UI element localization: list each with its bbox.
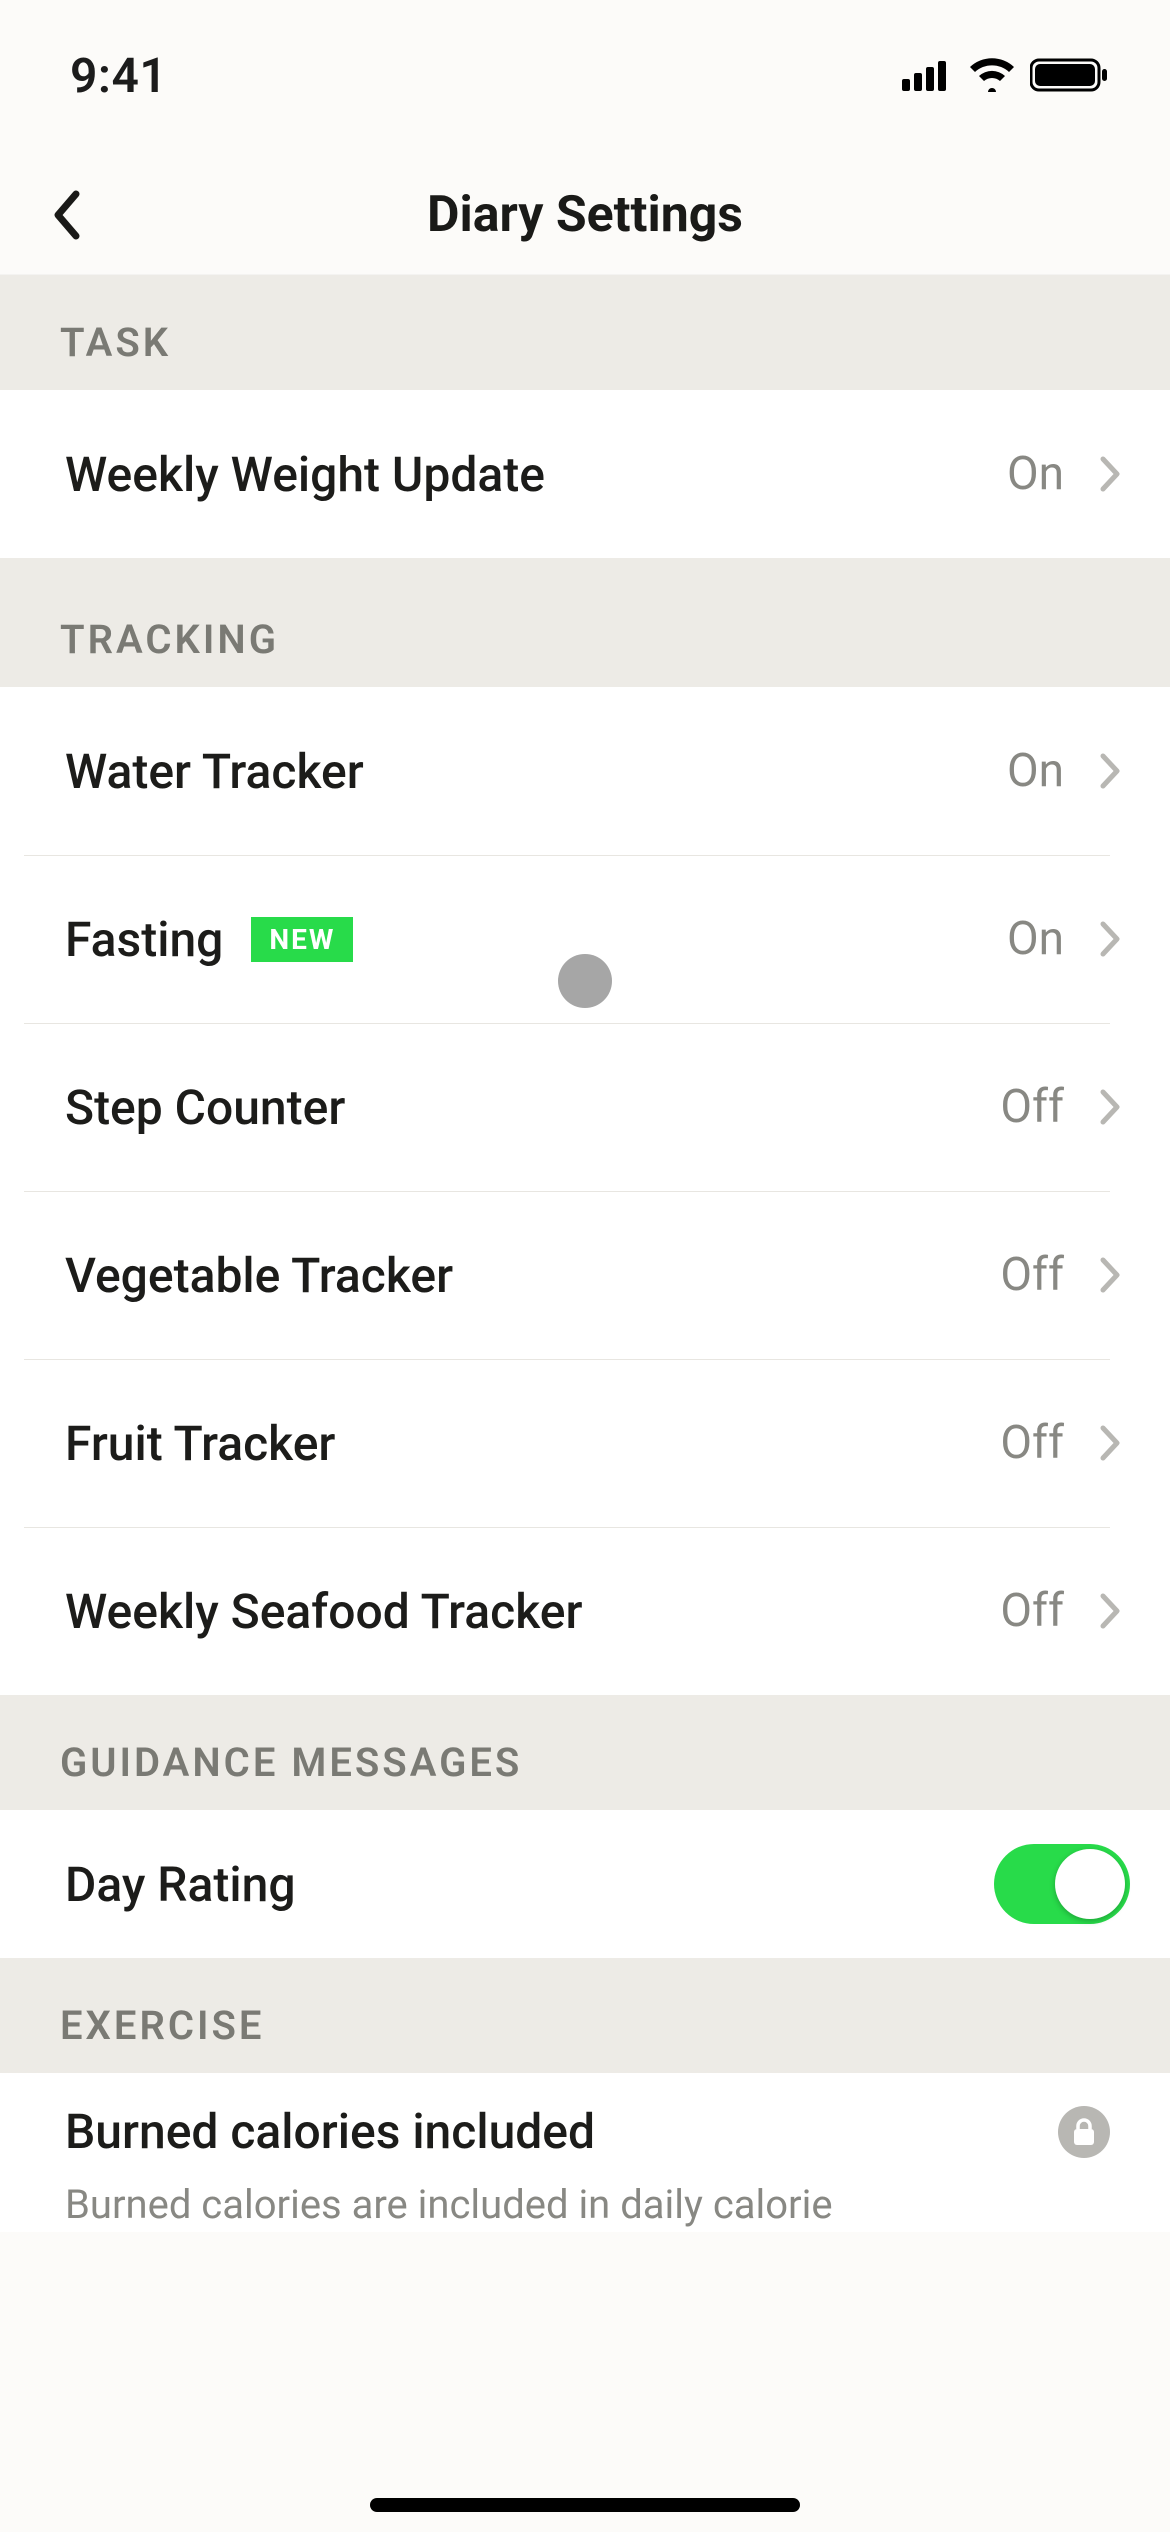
row-label: Weekly Weight Update — [65, 446, 545, 503]
section-header-tracking: TRACKING — [0, 572, 1170, 687]
section-header-label: TRACKING — [60, 616, 1110, 663]
chevron-right-icon — [1090, 1087, 1130, 1127]
new-badge: NEW — [251, 917, 353, 962]
chevron-right-icon — [1090, 454, 1130, 494]
row-label: Step Counter — [65, 1079, 345, 1136]
status-bar: 9:41 — [0, 0, 1170, 140]
row-label: Weekly Seafood Tracker — [65, 1583, 582, 1640]
nav-header: Diary Settings — [0, 155, 1170, 275]
page-title: Diary Settings — [427, 186, 743, 244]
row-vegetable-tracker[interactable]: Vegetable Tracker Off — [0, 1191, 1170, 1359]
row-description: Burned calories are included in daily ca… — [65, 2178, 1110, 2232]
section-header-label: GUIDANCE MESSAGES — [60, 1739, 1110, 1786]
status-icons — [902, 57, 1110, 93]
row-label: Day Rating — [65, 1856, 296, 1913]
row-value: Off — [1000, 1584, 1064, 1638]
row-weekly-seafood-tracker[interactable]: Weekly Seafood Tracker Off — [0, 1527, 1170, 1695]
back-button[interactable] — [50, 185, 110, 245]
guidance-list: Day Rating — [0, 1810, 1170, 1958]
row-day-rating: Day Rating — [0, 1810, 1170, 1958]
row-value: Off — [1000, 1416, 1064, 1470]
task-list: Weekly Weight Update On — [0, 390, 1170, 558]
row-value: On — [1007, 912, 1064, 966]
row-step-counter[interactable]: Step Counter Off — [0, 1023, 1170, 1191]
row-value: On — [1007, 744, 1064, 798]
row-value: Off — [1000, 1248, 1064, 1302]
chevron-right-icon — [1090, 1255, 1130, 1295]
chevron-right-icon — [1090, 1423, 1130, 1463]
row-water-tracker[interactable]: Water Tracker On — [0, 687, 1170, 855]
chevron-right-icon — [1090, 1591, 1130, 1631]
row-label: Vegetable Tracker — [65, 1247, 453, 1304]
battery-icon — [1030, 57, 1110, 93]
row-label: Fasting — [65, 911, 223, 968]
section-header-label: EXERCISE — [60, 2002, 1110, 2049]
row-fruit-tracker[interactable]: Fruit Tracker Off — [0, 1359, 1170, 1527]
pointer-indicator — [558, 954, 612, 1008]
home-indicator[interactable] — [370, 2498, 800, 2512]
section-header-label: TASK — [60, 319, 1110, 366]
row-weekly-weight-update[interactable]: Weekly Weight Update On — [0, 390, 1170, 558]
home-indicator-area — [0, 2498, 1170, 2512]
lock-icon — [1058, 2106, 1110, 2158]
day-rating-toggle[interactable] — [994, 1844, 1130, 1924]
section-header-task: TASK — [0, 275, 1170, 390]
section-header-exercise: EXERCISE — [0, 1958, 1170, 2073]
section-gap — [0, 558, 1170, 572]
chevron-right-icon — [1090, 751, 1130, 791]
row-burned-calories[interactable]: Burned calories included Burned calories… — [0, 2073, 1170, 2232]
section-header-guidance: GUIDANCE MESSAGES — [0, 1695, 1170, 1810]
tracking-list: Water Tracker On Fasting NEW On Step Cou… — [0, 687, 1170, 1695]
wifi-icon — [968, 58, 1016, 92]
row-value: On — [1007, 447, 1064, 501]
toggle-knob — [1055, 1849, 1125, 1919]
cellular-icon — [902, 59, 954, 91]
status-time: 9:41 — [70, 47, 167, 104]
chevron-right-icon — [1090, 919, 1130, 959]
row-value: Off — [1000, 1080, 1064, 1134]
chevron-left-icon — [50, 188, 82, 242]
row-label: Burned calories included — [65, 2103, 595, 2160]
row-label: Fruit Tracker — [65, 1415, 335, 1472]
row-label: Water Tracker — [65, 743, 364, 800]
